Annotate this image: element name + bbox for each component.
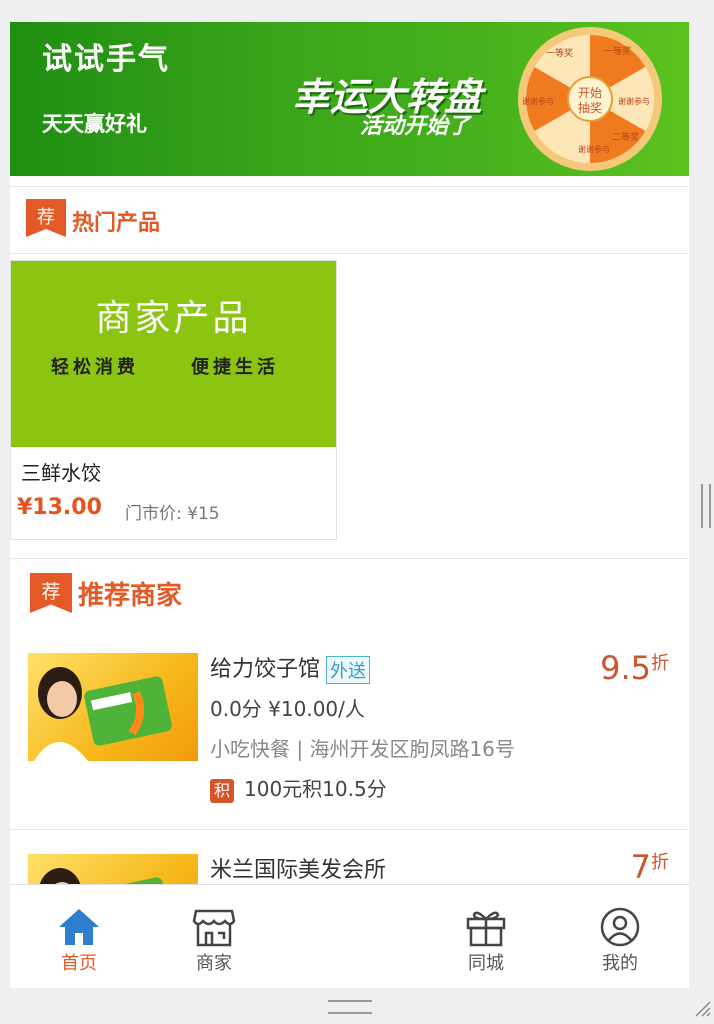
tab-merchants-label: 商家 (196, 953, 232, 974)
wheel-label-2: 谢谢参与 (618, 96, 650, 106)
merchant-discount: 9.5折 (600, 649, 669, 687)
product-image-slogan-left: 轻松消费 (51, 357, 139, 378)
store-icon (192, 909, 236, 947)
recommend-tag-icon: 荐 (30, 573, 72, 613)
merchant-name: 给力饺子馆 (210, 657, 321, 682)
wheel-label-5: 一等奖 (546, 47, 573, 59)
merchant-name: 米兰国际美发会所 (210, 858, 387, 883)
product-image: 商家产品 轻松消费 便捷生活 (11, 261, 336, 447)
tab-merchants[interactable]: 商家 (174, 907, 254, 975)
wheel-label-6: 二等奖 (612, 131, 639, 143)
tab-mine[interactable]: 我的 (580, 907, 660, 975)
product-original-price: 门市价: ¥15 (125, 504, 220, 524)
recommended-merchants-header: 荐 推荐商家 (10, 558, 689, 630)
merchant-tag-text: 荐 (42, 581, 61, 603)
hot-tag-text: 荐 (37, 207, 55, 228)
bottom-tab-bar: 首页 商家 同城 我的 (10, 884, 689, 988)
lucky-wheel-banner[interactable]: 试试手气 天天赢好礼 幸运大转盘 活动开始了 一等奖 谢谢参与 谢谢参与 谢谢参… (10, 22, 689, 176)
recommend-tag-icon: 荐 (26, 199, 66, 237)
resize-corner-icon[interactable] (694, 1000, 712, 1018)
points-icon: 积 (210, 778, 234, 803)
discount-unit: 折 (651, 852, 669, 873)
banner-line1: 试试手气 (42, 42, 170, 77)
prize-wheel-icon[interactable]: 一等奖 谢谢参与 谢谢参与 谢谢参与 一等奖 二等奖 开始 抽奖 (508, 24, 672, 174)
merchant-rating-price: 0.0分 ¥10.00/人 (210, 697, 365, 721)
scrollbar-handle[interactable] (701, 484, 711, 528)
discount-value: 7 (630, 848, 651, 886)
wheel-center-line2: 抽奖 (578, 101, 602, 115)
user-icon (600, 907, 640, 947)
page-frame: 试试手气 天天赢好礼 幸运大转盘 活动开始了 一等奖 谢谢参与 谢谢参与 谢谢参… (10, 22, 689, 988)
delivery-badge: 外送 (326, 656, 371, 684)
discount-value: 9.5 (600, 649, 651, 687)
banner-line2: 天天赢好礼 (42, 112, 147, 136)
tab-mine-label: 我的 (602, 953, 638, 974)
merchant-points-text: 100元积10.5分 (244, 777, 387, 801)
recommended-merchants-title: 推荐商家 (78, 581, 183, 611)
product-card[interactable]: 商家产品 轻松消费 便捷生活 三鲜水饺 ¥13.00 门市价: ¥15 (10, 260, 337, 540)
wheel-label-3: 谢谢参与 (578, 144, 610, 154)
product-price: ¥13.00 (17, 495, 102, 520)
wheel-center-line1: 开始 (578, 86, 602, 100)
drag-grip-handle[interactable] (328, 1000, 372, 1014)
tab-local[interactable]: 同城 (446, 907, 526, 975)
product-name: 三鲜水饺 (21, 461, 101, 485)
hot-products-title: 热门产品 (72, 211, 161, 236)
product-image-slogan-right: 便捷生活 (191, 357, 279, 378)
banner-subline: 活动开始了 (360, 114, 471, 139)
merchant-photo-icon (34, 667, 172, 761)
tab-home-label: 首页 (61, 953, 97, 974)
merchant-name-row: 给力饺子馆 外送 (210, 651, 371, 684)
merchant-item[interactable]: 给力饺子馆 外送 0.0分 ¥10.00/人 小吃快餐 | 海州开发区朐凤路16号… (10, 629, 689, 830)
hot-products-header: 荐 热门产品 (10, 186, 689, 254)
gift-icon (466, 911, 506, 947)
tab-home[interactable]: 首页 (39, 907, 119, 975)
merchant-category-address: 小吃快餐 | 海州开发区朐凤路16号 (210, 737, 515, 761)
home-icon (59, 909, 99, 945)
merchant-thumbnail (28, 653, 198, 761)
wheel-label-4: 谢谢参与 (522, 96, 554, 106)
merchant-points-row: 积 100元积10.5分 (210, 773, 387, 803)
product-image-heading: 商家产品 (95, 298, 252, 339)
wheel-label-1: 一等奖 (604, 45, 631, 57)
merchant-discount: 7折 (631, 848, 669, 886)
discount-unit: 折 (651, 653, 669, 674)
tab-local-label: 同城 (468, 953, 504, 974)
